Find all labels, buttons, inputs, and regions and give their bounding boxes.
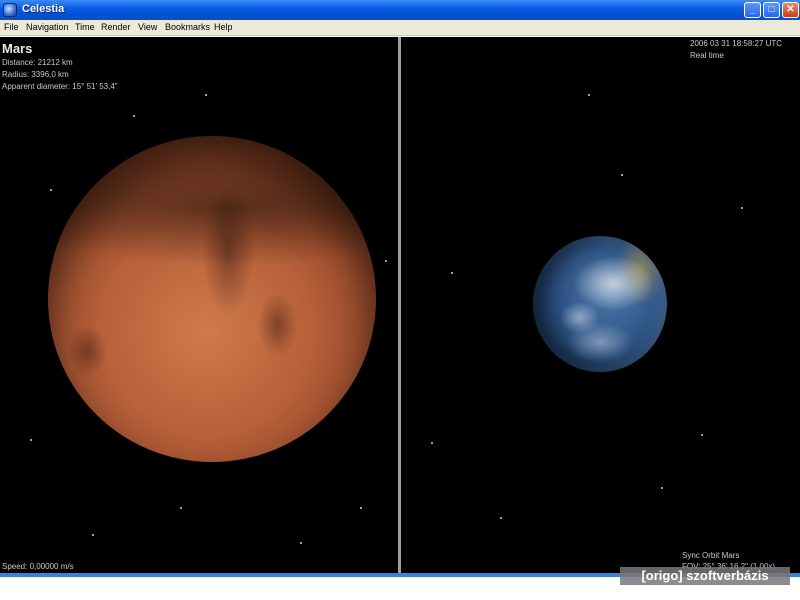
time-mode-readout: Real time — [690, 51, 724, 60]
star — [205, 94, 207, 96]
minimize-button[interactable]: _ — [744, 2, 761, 18]
menu-render[interactable]: Render — [101, 22, 131, 32]
radius-readout: Radius: 3396,0 km — [2, 70, 69, 79]
title-bar: Celestia _ □ ✕ — [0, 0, 800, 20]
menu-bookmarks[interactable]: Bookmarks — [165, 22, 210, 32]
menu-bar: File Navigation Time Render View Bookmar… — [0, 20, 800, 36]
menu-navigation[interactable]: Navigation — [26, 22, 69, 32]
distance-readout: Distance: 21212 km — [2, 58, 73, 67]
datetime-readout: 2006 03 31 18:58:27 UTC — [690, 39, 783, 48]
star — [30, 439, 32, 441]
celestia-app-icon[interactable] — [3, 3, 17, 17]
menu-time[interactable]: Time — [75, 22, 95, 32]
star — [741, 207, 743, 209]
menu-file[interactable]: File — [4, 22, 19, 32]
star — [621, 174, 623, 176]
menu-view[interactable]: View — [138, 22, 157, 32]
right-viewport[interactable]: 2006 03 31 18:58:27 UTC Real time Sync O… — [401, 37, 800, 573]
star — [50, 189, 52, 191]
star — [133, 115, 135, 117]
menu-help[interactable]: Help — [214, 22, 233, 32]
star — [385, 260, 387, 262]
star — [92, 534, 94, 536]
star — [451, 272, 453, 274]
star — [180, 507, 182, 509]
maximize-button[interactable]: □ — [763, 2, 780, 18]
left-viewport[interactable]: Mars Distance: 21212 km Radius: 3396,0 k… — [0, 37, 398, 573]
speed-readout: Speed: 0,00000 m/s — [2, 562, 74, 571]
star — [360, 507, 362, 509]
mars-planet[interactable] — [48, 136, 376, 462]
window-title: Celestia — [22, 3, 65, 15]
star — [500, 517, 502, 519]
close-button[interactable]: ✕ — [782, 2, 799, 18]
star — [661, 487, 663, 489]
star — [701, 434, 703, 436]
earth-planet[interactable] — [533, 236, 667, 372]
star — [431, 442, 433, 444]
watermark-label: [origo] szoftverbázis — [620, 567, 790, 585]
star — [300, 542, 302, 544]
sync-orbit-readout: Sync Orbit Mars — [682, 551, 740, 560]
apparent-diameter-readout: Apparent diameter: 15° 51' 53,4" — [2, 82, 118, 91]
object-name-label: Mars — [2, 41, 33, 56]
star — [588, 94, 590, 96]
